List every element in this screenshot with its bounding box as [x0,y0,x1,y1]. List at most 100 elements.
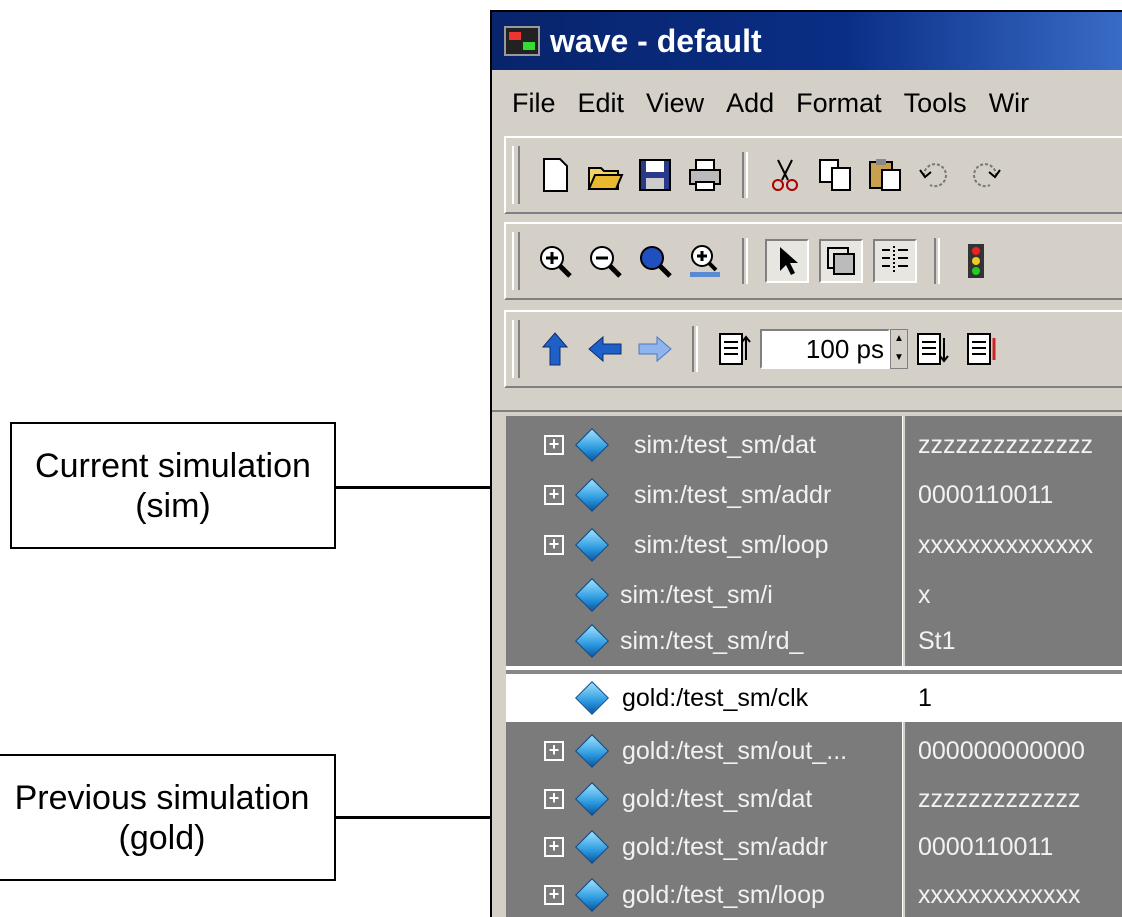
signal-pane: + sim:/test_sm/dat zzzzzzzzzzzzzz + sim:… [492,410,1122,917]
signal-name: sim:/test_sm/rd_ [620,626,804,655]
right-arrow-icon[interactable] [635,329,675,369]
select-arrow-icon[interactable] [765,239,809,283]
signal-row[interactable]: + gold:/test_sm/out_... 000000000000 [506,726,1122,776]
signal-row[interactable]: sim:/test_sm/i x [506,570,1122,620]
copy-icon[interactable] [815,155,855,195]
toolbar-separator [742,152,748,198]
signal-diamond-icon [575,782,609,816]
zoom-toolbar [504,222,1122,300]
cut-icon[interactable] [765,155,805,195]
spin-down-icon[interactable]: ▼ [891,349,907,368]
signal-name: sim:/test_sm/loop [634,530,829,559]
signal-row[interactable]: + sim:/test_sm/dat zzzzzzzzzzzzzz [506,420,1122,470]
expand-icon[interactable]: + [544,789,564,809]
signal-diamond-icon [575,681,609,715]
spin-up-icon[interactable]: ▲ [891,330,907,349]
sim-signal-group: + sim:/test_sm/dat zzzzzzzzzzzzzz + sim:… [506,416,1122,666]
toolbar-separator [934,238,940,284]
undo-icon[interactable] [915,155,955,195]
signal-value: x [918,580,931,609]
menu-window[interactable]: Wir [989,88,1029,119]
zoom-mode-icon[interactable] [819,239,863,283]
signal-row[interactable]: + gold:/test_sm/loop xxxxxxxxxxxxx [506,870,1122,917]
wave-window: wave - default File Edit View Add Format… [490,10,1122,917]
open-folder-icon[interactable] [585,155,625,195]
zoom-in-icon[interactable] [535,241,575,281]
callout-sim-line-2: (sim) [135,486,211,525]
run-length-spinner[interactable]: ▲ ▼ [890,329,908,369]
signal-name: gold:/test_sm/loop [622,880,825,909]
signal-name: sim:/test_sm/i [620,580,773,609]
toolbar-grip[interactable] [512,146,520,204]
callout-gold-line-2: (gold) [118,818,206,857]
menu-bar: File Edit View Add Format Tools Wir [492,74,1122,132]
gold-signal-group: gold:/test_sm/clk 1 + gold:/test_sm/out_… [506,670,1122,917]
signal-name: gold:/test_sm/addr [622,832,828,861]
zoom-cursor-icon[interactable] [685,241,725,281]
signal-diamond-icon [575,578,609,612]
edit-mode-icon[interactable] [873,239,917,283]
signal-name: sim:/test_sm/dat [634,430,816,459]
signal-value: xxxxxxxxxxxxxx [918,530,1093,559]
signal-diamond-icon [575,830,609,864]
expand-icon[interactable]: + [544,885,564,905]
print-icon[interactable] [685,155,725,195]
menu-file[interactable]: File [512,88,556,119]
signal-diamond-icon [575,734,609,768]
zoom-full-icon[interactable] [635,241,675,281]
signal-value: zzzzzzzzzzzzzz [918,430,1093,459]
step-over-icon[interactable] [963,329,1003,369]
signal-row[interactable]: + gold:/test_sm/addr 0000110011 [506,822,1122,872]
signal-row[interactable]: + gold:/test_sm/dat zzzzzzzzzzzzz [506,774,1122,824]
save-icon[interactable] [635,155,675,195]
menu-tools[interactable]: Tools [904,88,967,119]
toolbar-grip[interactable] [512,320,520,378]
wave-app-icon [504,26,540,56]
signal-value: 0000110011 [918,480,1054,509]
zoom-out-icon[interactable] [585,241,625,281]
expand-icon[interactable]: + [544,741,564,761]
run-icon[interactable] [715,329,755,369]
step-icon[interactable] [913,329,953,369]
redo-icon[interactable] [965,155,1005,195]
expand-icon[interactable]: + [544,837,564,857]
cursor-toolbar: 100 ps ▲ ▼ [504,310,1122,388]
traffic-light-icon[interactable] [957,241,997,281]
expand-icon[interactable]: + [544,485,564,505]
signal-value: 000000000000 [918,736,1085,765]
title-bar[interactable]: wave - default [492,12,1122,70]
up-arrow-icon[interactable] [535,329,575,369]
new-file-icon[interactable] [535,155,575,195]
callout-previous-simulation: Previous simulation (gold) [0,754,336,881]
window-title: wave - default [550,22,762,59]
signal-name: sim:/test_sm/addr [634,480,832,509]
menu-format[interactable]: Format [796,88,882,119]
signal-row[interactable]: sim:/test_sm/rd_ St1 [506,616,1122,666]
signal-row-selected[interactable]: gold:/test_sm/clk 1 [506,674,1122,722]
menu-edit[interactable]: Edit [578,88,625,119]
callout-gold-line-1: Previous simulation [14,778,310,817]
signal-value: 0000110011 [918,832,1054,861]
signal-value: zzzzzzzzzzzzz [918,784,1081,813]
signal-diamond-icon [575,478,609,512]
expand-icon[interactable]: + [544,435,564,455]
file-toolbar [504,136,1122,214]
signal-diamond-icon [575,624,609,658]
run-length-input[interactable]: 100 ps [760,329,890,369]
expand-icon[interactable]: + [544,535,564,555]
menu-add[interactable]: Add [726,88,774,119]
callout-sim-line-1: Current simulation [35,446,311,485]
signal-value: 1 [918,683,932,712]
signal-value: St1 [918,626,956,655]
signal-row[interactable]: + sim:/test_sm/addr 0000110011 [506,470,1122,520]
left-arrow-icon[interactable] [585,329,625,369]
signal-name: gold:/test_sm/dat [622,784,813,813]
signal-name: gold:/test_sm/out_... [622,736,848,765]
signal-diamond-icon [575,428,609,462]
signal-name: gold:/test_sm/clk [622,683,809,712]
menu-view[interactable]: View [646,88,704,119]
signal-row[interactable]: + sim:/test_sm/loop xxxxxxxxxxxxxx [506,520,1122,570]
paste-icon[interactable] [865,155,905,195]
callout-current-simulation: Current simulation (sim) [10,422,336,549]
toolbar-grip[interactable] [512,232,520,290]
